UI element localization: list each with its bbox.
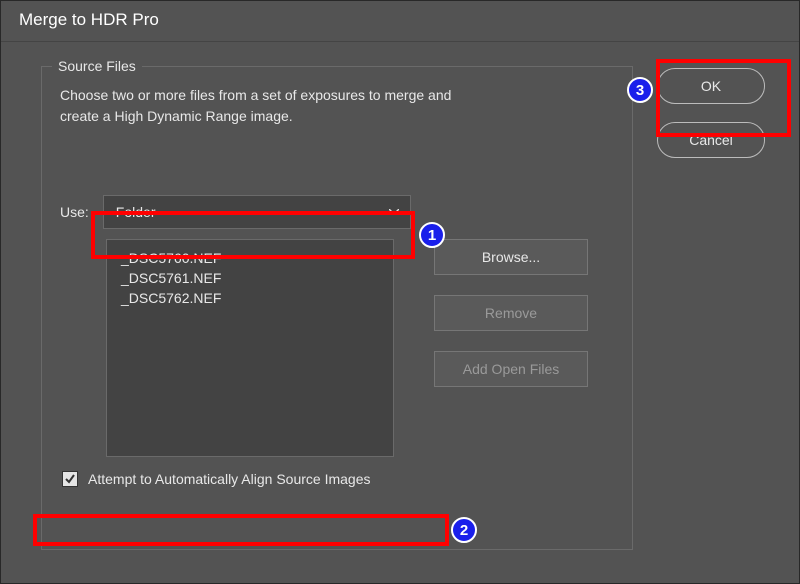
list-item[interactable]: _DSC5761.NEF [107,268,393,288]
remove-button[interactable]: Remove [434,295,588,331]
description-line-1: Choose two or more files from a set of e… [60,87,451,103]
annotation-callout-2: 2 [451,517,477,543]
browse-button[interactable]: Browse... [434,239,588,275]
panel-legend: Source Files [52,58,142,74]
file-list[interactable]: _DSC5760.NEF _DSC5761.NEF _DSC5762.NEF [106,239,394,457]
list-item[interactable]: _DSC5762.NEF [107,288,393,308]
check-icon [64,473,76,485]
file-action-buttons: Browse... Remove Add Open Files [434,239,588,457]
annotation-callout-3: 3 [627,77,653,103]
merge-hdr-dialog: Merge to HDR Pro Source Files Choose two… [0,0,800,584]
use-dropdown-wrap: Folder [103,195,411,229]
ok-button[interactable]: OK [657,68,765,104]
cancel-button[interactable]: Cancel [657,122,765,158]
align-checkbox-label: Attempt to Automatically Align Source Im… [88,471,370,487]
dialog-content: Source Files Choose two or more files fr… [1,42,799,568]
dialog-title: Merge to HDR Pro [19,10,781,30]
source-files-panel: Source Files Choose two or more files fr… [41,66,633,550]
description-line-2: create a High Dynamic Range image. [60,108,293,124]
align-checkbox[interactable] [62,471,78,487]
align-checkbox-row: Attempt to Automatically Align Source Im… [62,471,614,487]
use-dropdown-value: Folder [116,204,156,220]
use-label: Use: [60,204,89,220]
use-row: Use: Folder [60,195,614,229]
dialog-actions: OK Cancel [657,66,781,550]
titlebar: Merge to HDR Pro [1,1,799,42]
list-item[interactable]: _DSC5760.NEF [107,248,393,268]
panel-description: Choose two or more files from a set of e… [60,85,614,127]
add-open-files-button[interactable]: Add Open Files [434,351,588,387]
use-dropdown[interactable]: Folder [103,195,411,229]
annotation-callout-1: 1 [419,222,445,248]
files-area: _DSC5760.NEF _DSC5761.NEF _DSC5762.NEF B… [106,239,614,457]
